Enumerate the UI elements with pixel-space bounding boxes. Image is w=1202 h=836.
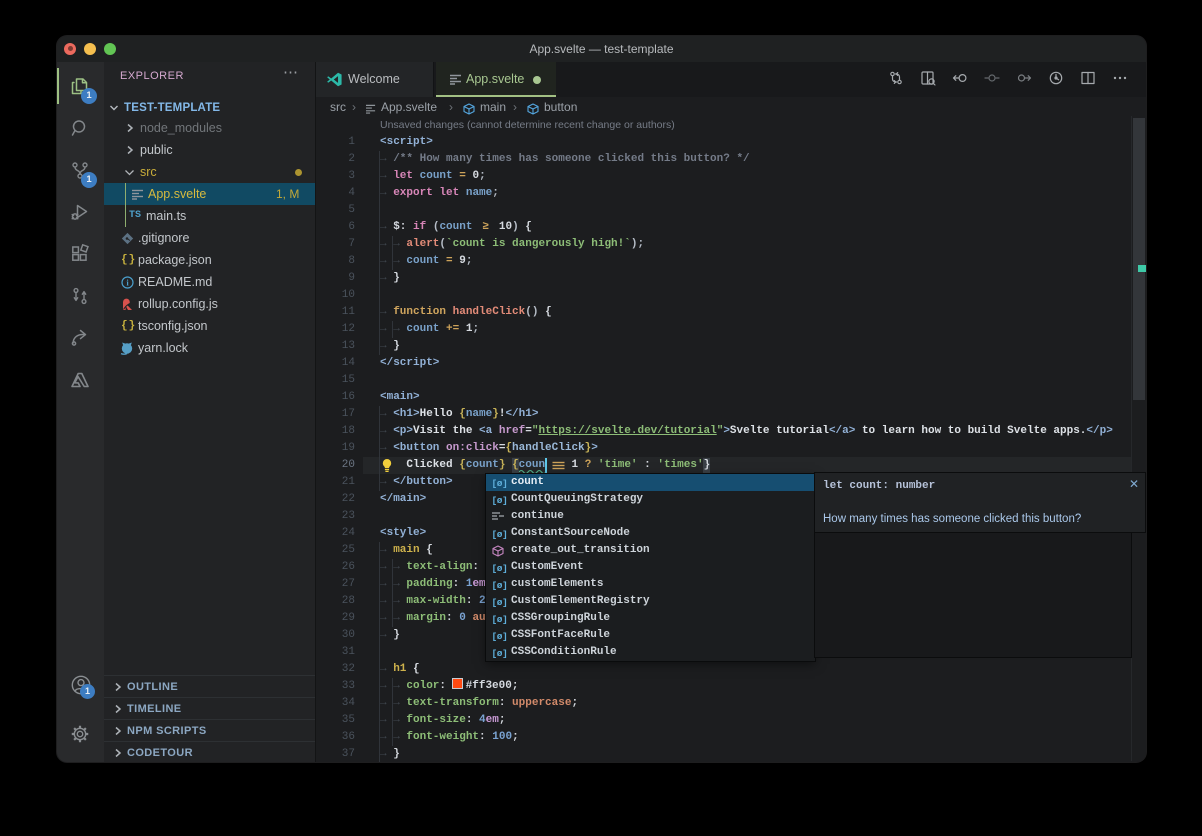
svg-text:i: i xyxy=(126,278,129,288)
